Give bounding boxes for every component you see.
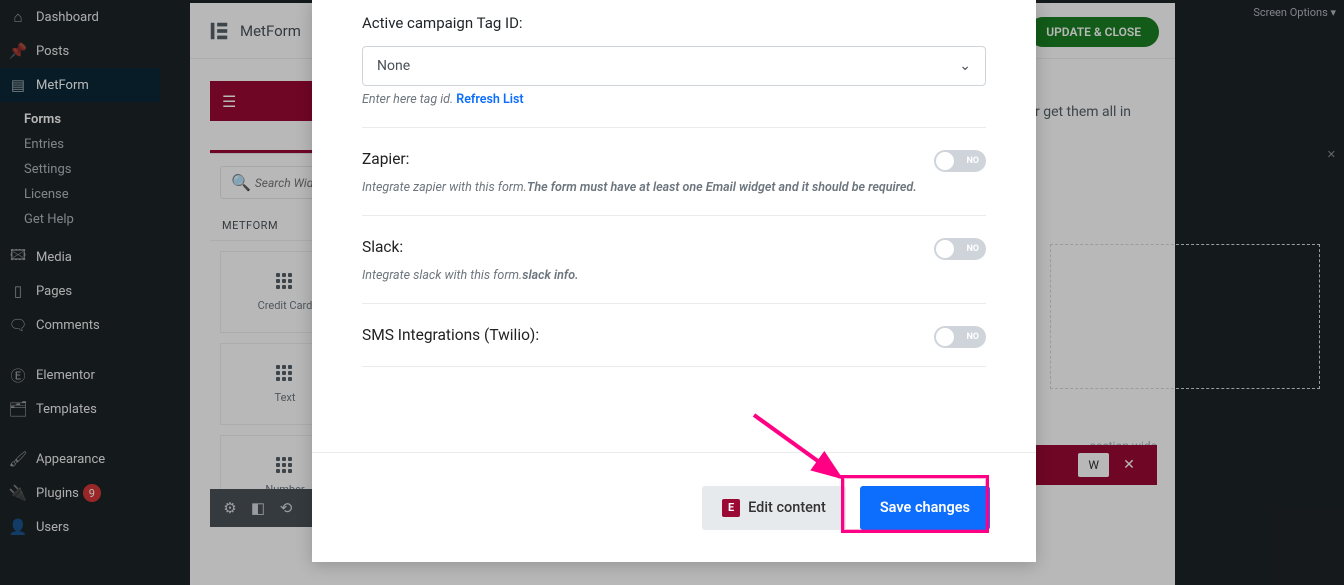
slack-toggle[interactable]: NO xyxy=(934,238,986,260)
elementor-badge-icon: E xyxy=(722,499,740,517)
tag-hint: Enter here tag id. Refresh List xyxy=(362,92,986,107)
save-changes-button[interactable]: Save changes xyxy=(860,486,990,530)
campaign-tag-select[interactable]: None ⌄ xyxy=(362,46,986,86)
zapier-title: Zapier: xyxy=(362,150,986,168)
form-settings-modal: Active campaign Tag ID: None ⌄ Enter her… xyxy=(312,0,1036,562)
section-sms: SMS Integrations (Twilio): NO xyxy=(362,303,986,367)
campaign-tag-label: Active campaign Tag ID: xyxy=(362,14,986,32)
section-slack: Slack: NO Integrate slack with this form… xyxy=(362,215,986,283)
section-zapier: Zapier: NO Integrate zapier with this fo… xyxy=(362,127,986,195)
sms-title: SMS Integrations (Twilio): xyxy=(362,326,986,344)
select-value: None xyxy=(377,58,410,74)
refresh-list-link[interactable]: Refresh List xyxy=(456,92,523,107)
sms-toggle[interactable]: NO xyxy=(934,326,986,348)
zapier-toggle[interactable]: NO xyxy=(934,150,986,172)
slack-title: Slack: xyxy=(362,238,986,256)
modal-footer: EEdit content Save changes xyxy=(312,452,1036,562)
edit-content-button[interactable]: EEdit content xyxy=(702,486,846,530)
chevron-down-icon: ⌄ xyxy=(959,58,971,74)
